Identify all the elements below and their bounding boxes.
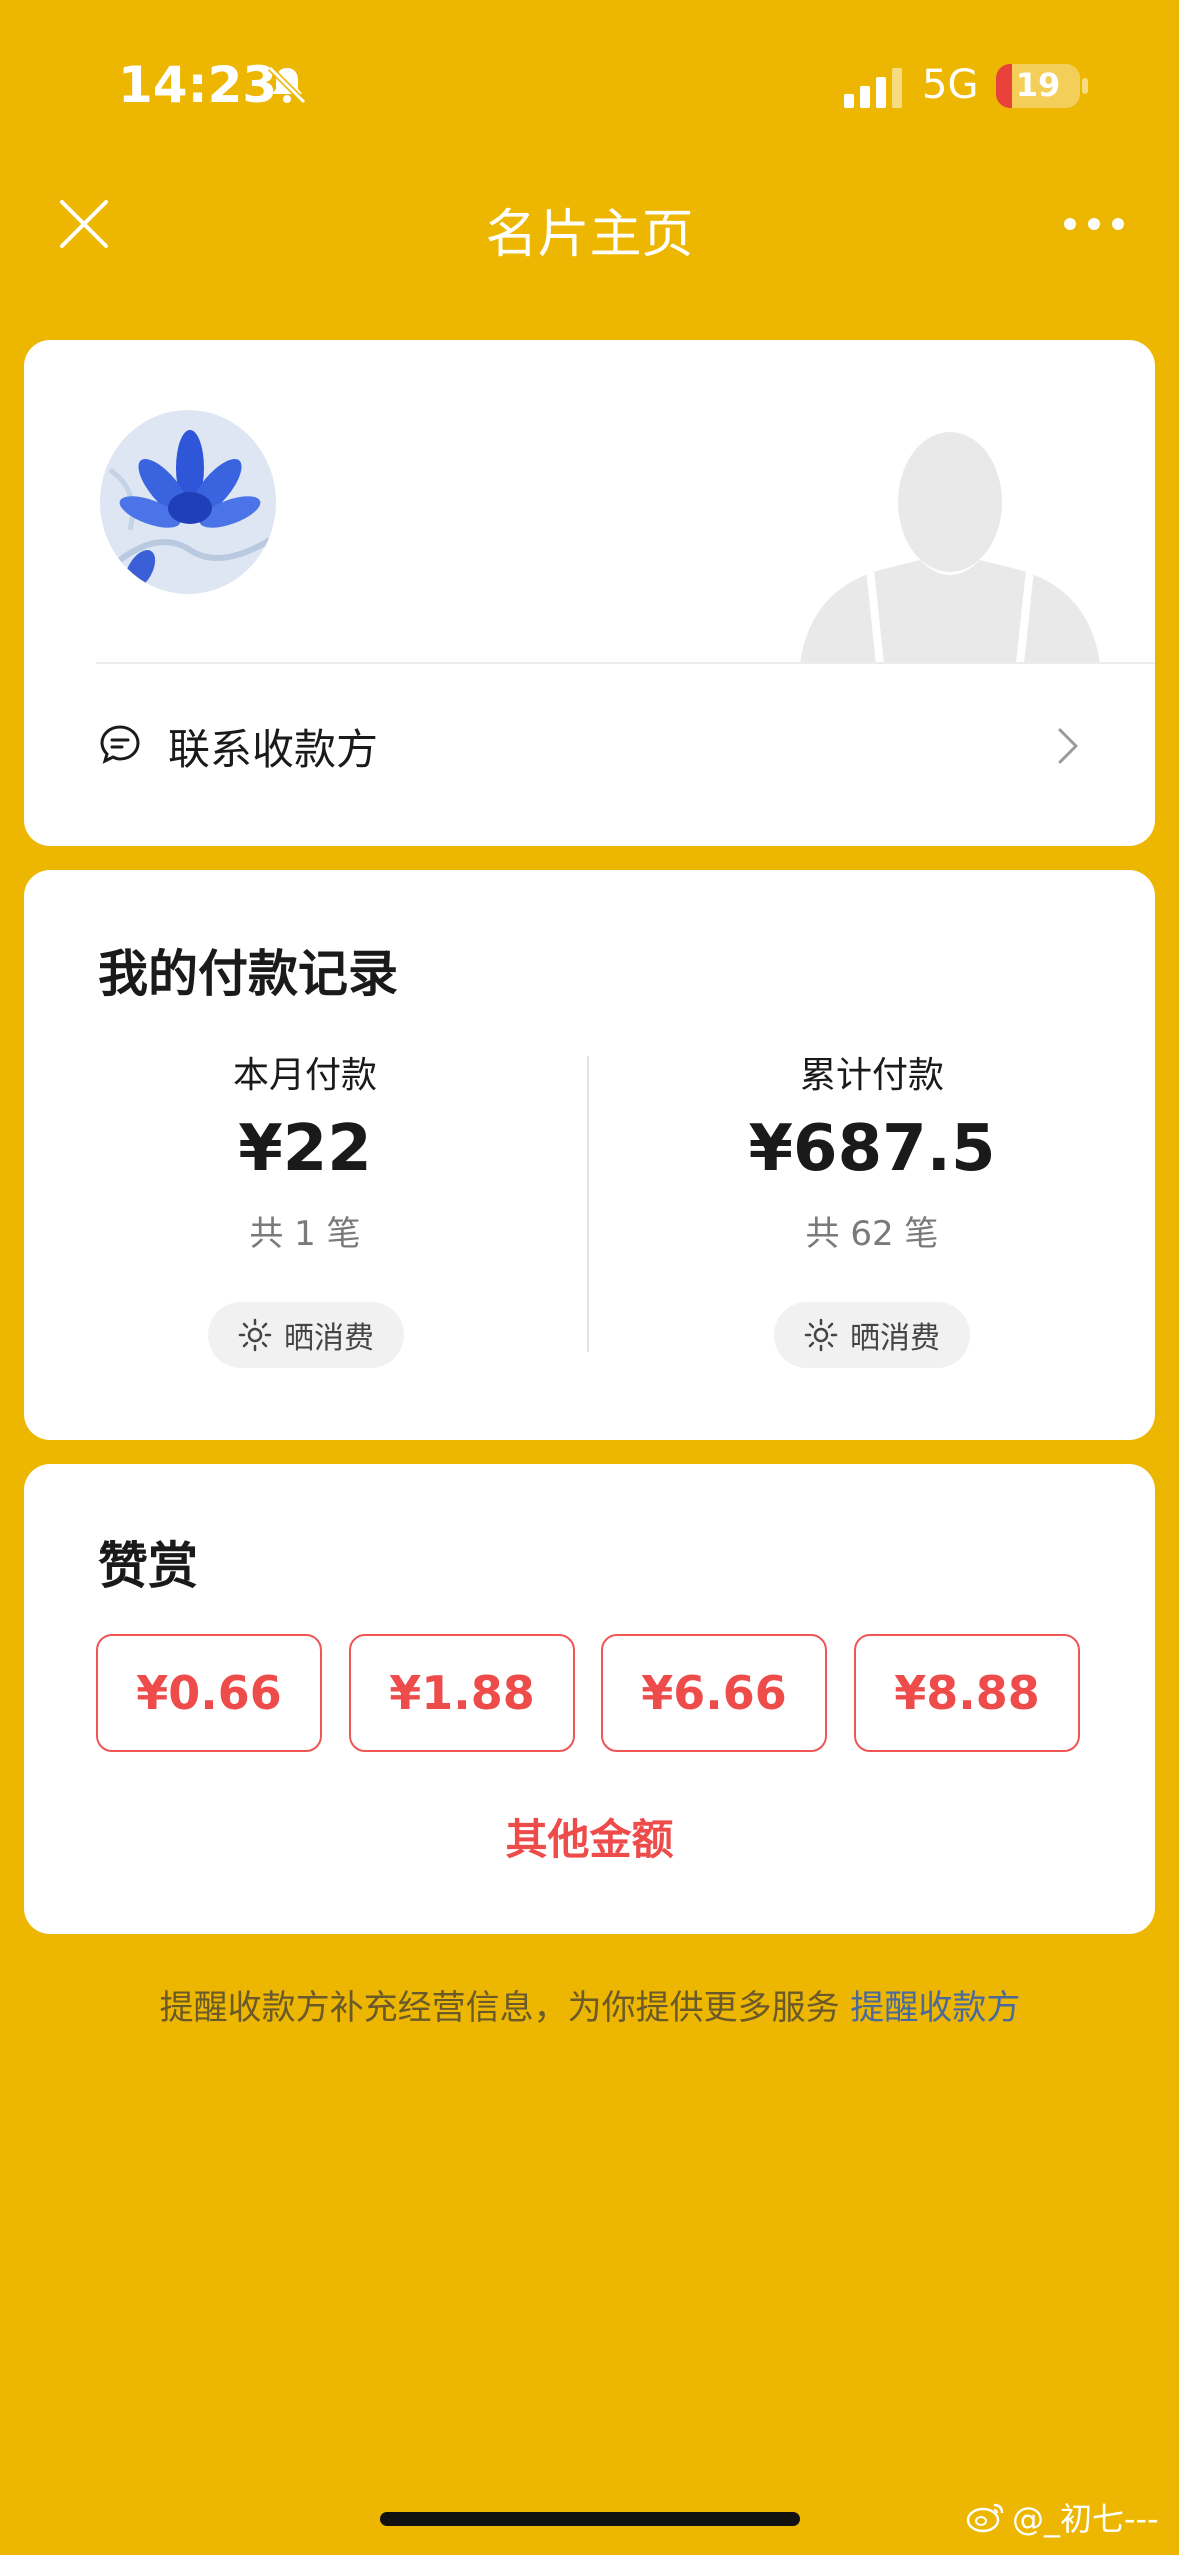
reward-amount-button[interactable]: ¥8.88 bbox=[854, 1634, 1080, 1752]
vertical-divider bbox=[587, 1056, 589, 1352]
sun-icon bbox=[238, 1318, 272, 1352]
page-title: 名片主页 bbox=[485, 205, 694, 265]
reward-amount-button[interactable]: ¥6.66 bbox=[601, 1634, 827, 1752]
watermark: @_初七--- bbox=[966, 2494, 1159, 2540]
section-title: 我的付款记录 bbox=[98, 945, 398, 1003]
contact-payee-label[interactable]: 联系收款方 bbox=[168, 716, 378, 777]
more-icon[interactable] bbox=[1062, 214, 1126, 234]
weibo-logo-icon bbox=[966, 2503, 1004, 2533]
other-amount-link[interactable]: 其他金额 bbox=[0, 1806, 1179, 1867]
section-title: 赞赏 bbox=[98, 1537, 198, 1595]
cellular-signal-icon bbox=[844, 68, 902, 108]
battery-icon: 19 bbox=[996, 64, 1080, 108]
notice-message: 提醒收款方补充经营信息，为你提供更多服务 bbox=[159, 1988, 851, 2028]
month-payment-label: 本月付款 bbox=[232, 1055, 377, 1096]
network-type: 5G bbox=[922, 62, 979, 108]
divider bbox=[96, 662, 1155, 664]
total-payment-count: 共 62 笔 bbox=[805, 1214, 939, 1254]
avatar[interactable] bbox=[100, 410, 276, 594]
silent-bell-icon bbox=[267, 65, 307, 105]
chevron-right-icon[interactable] bbox=[1056, 726, 1080, 766]
share-spending-label: 晒消费 bbox=[284, 1321, 374, 1356]
share-spending-button[interactable]: 晒消费 bbox=[208, 1302, 404, 1368]
month-payment-amount: ¥22 bbox=[238, 1112, 372, 1186]
watermark-text: @_初七--- bbox=[1012, 2500, 1159, 2538]
share-spending-button[interactable]: 晒消费 bbox=[774, 1302, 970, 1368]
remind-payee-link[interactable]: 提醒收款方 bbox=[850, 1988, 1020, 2028]
battery-level: 19 bbox=[1015, 66, 1061, 104]
share-spending-label: 晒消费 bbox=[850, 1321, 940, 1356]
notice-text: 提醒收款方补充经营信息，为你提供更多服务 提醒收款方 bbox=[140, 1982, 1040, 2034]
battery-tip bbox=[1082, 78, 1088, 94]
chat-icon bbox=[100, 725, 140, 764]
status-time: 14:23 bbox=[118, 56, 278, 114]
home-indicator bbox=[380, 2512, 800, 2526]
reward-amount-button[interactable]: ¥1.88 bbox=[349, 1634, 575, 1752]
reward-amount-button[interactable]: ¥0.66 bbox=[96, 1634, 322, 1752]
month-payment-count: 共 1 笔 bbox=[249, 1214, 361, 1254]
profile-silhouette-image bbox=[800, 432, 1100, 664]
sun-icon bbox=[804, 1318, 838, 1352]
total-payment-amount: ¥687.5 bbox=[748, 1112, 996, 1186]
total-payment-label: 累计付款 bbox=[799, 1055, 944, 1096]
